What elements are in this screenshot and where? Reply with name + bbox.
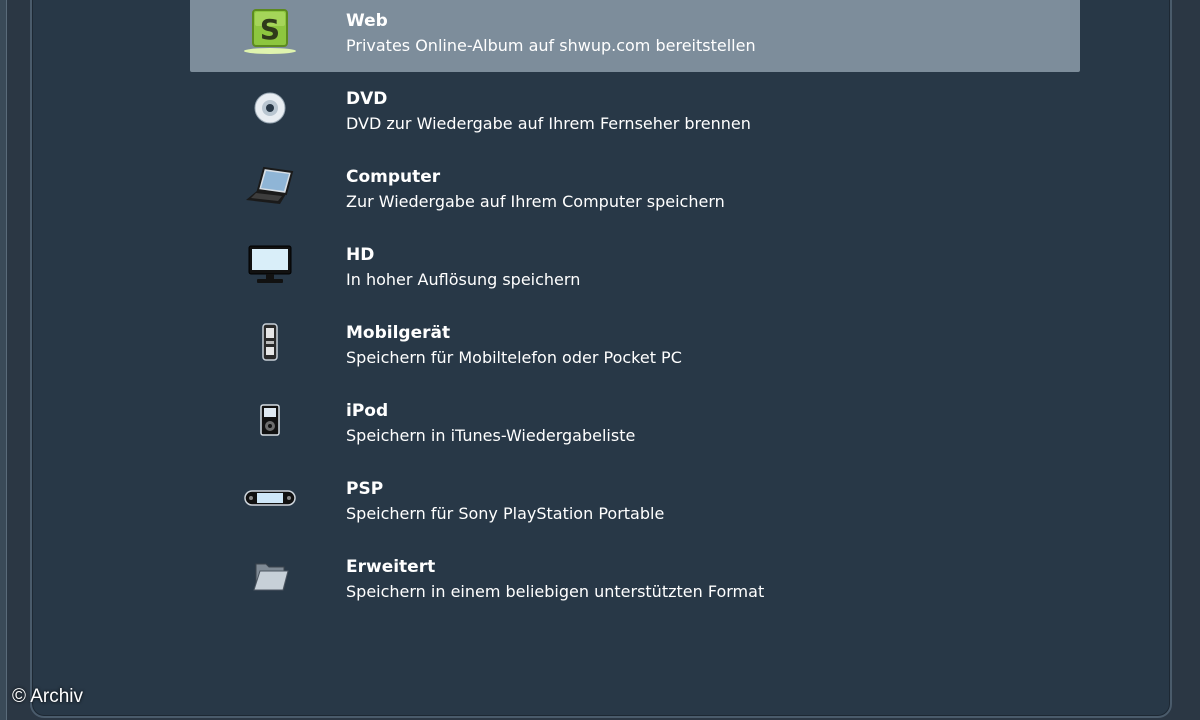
option-mobile[interactable]: Mobilgerät Speichern für Mobiltelefon od… — [190, 306, 1080, 384]
left-window-edge — [0, 0, 7, 720]
ipod-icon — [242, 396, 298, 446]
option-advanced[interactable]: Erweitert Speichern in einem beliebigen … — [190, 540, 1080, 618]
option-title: Computer — [346, 167, 441, 187]
option-title: DVD — [346, 89, 388, 109]
export-options-panel: S Web Privates Online-Album auf shwup.co… — [30, 0, 1172, 718]
copyright-watermark: © Archiv — [12, 686, 84, 707]
option-title: iPod — [346, 401, 389, 421]
option-description: Speichern für Mobiltelefon oder Pocket P… — [346, 348, 682, 367]
option-ipod[interactable]: iPod Speichern in iTunes-Wiedergabeliste — [190, 384, 1080, 462]
option-description: Speichern in iTunes-Wiedergabeliste — [346, 426, 636, 445]
mobile-phone-icon — [242, 318, 298, 368]
option-title: PSP — [346, 479, 384, 499]
option-hd[interactable]: HD In hoher Auflösung speichern — [190, 228, 1080, 306]
folder-icon — [242, 552, 298, 602]
option-title: Web — [346, 11, 388, 31]
option-title: HD — [346, 245, 375, 265]
hd-monitor-icon — [242, 240, 298, 290]
export-options-list: S Web Privates Online-Album auf shwup.co… — [190, 0, 1080, 618]
option-description: Privates Online-Album auf shwup.com bere… — [346, 36, 756, 55]
laptop-icon — [242, 162, 298, 212]
option-description: DVD zur Wiedergabe auf Ihrem Fernseher b… — [346, 114, 751, 133]
option-psp[interactable]: PSP Speichern für Sony PlayStation Porta… — [190, 462, 1080, 540]
option-title: Erweitert — [346, 557, 436, 577]
option-dvd[interactable]: DVD DVD zur Wiedergabe auf Ihrem Fernseh… — [190, 72, 1080, 150]
psp-icon — [242, 474, 298, 524]
option-description: Zur Wiedergabe auf Ihrem Computer speich… — [346, 192, 725, 211]
option-description: In hoher Auflösung speichern — [346, 270, 581, 289]
dvd-disc-icon — [242, 84, 298, 134]
shwup-logo-icon: S — [242, 6, 298, 56]
svg-text:S: S — [260, 13, 280, 46]
option-computer[interactable]: Computer Zur Wiedergabe auf Ihrem Comput… — [190, 150, 1080, 228]
option-description: Speichern für Sony PlayStation Portable — [346, 504, 665, 523]
option-web[interactable]: S Web Privates Online-Album auf shwup.co… — [190, 0, 1080, 72]
option-description: Speichern in einem beliebigen unterstütz… — [346, 582, 765, 601]
option-title: Mobilgerät — [346, 323, 451, 343]
